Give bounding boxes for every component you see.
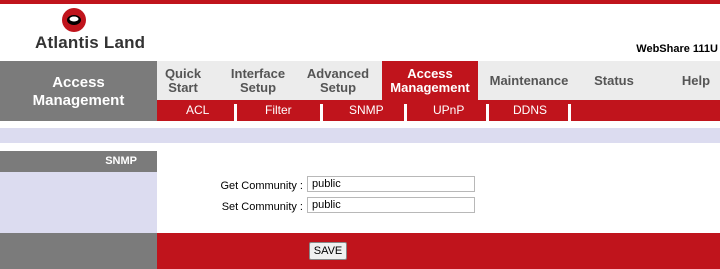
get-community-input[interactable] [307, 176, 475, 192]
subnav-separator [320, 104, 323, 121]
nav-label-line1: Quick [164, 65, 202, 81]
section-title: Access Management [0, 61, 157, 121]
nav-label-line1: Help [681, 72, 711, 88]
subnav-acl[interactable]: ACL [186, 100, 209, 121]
top-accent-line [0, 0, 720, 4]
nav-label-line1: Access [407, 65, 453, 81]
section-title-line2: Management [32, 92, 125, 109]
nav-label-line1: Advanced [306, 65, 370, 81]
nav-access-management[interactable]: Access Management [382, 61, 478, 100]
set-community-label: Set Community : [221, 201, 303, 213]
logo-text: Atlantis Land [35, 33, 146, 52]
subnav-snmp[interactable]: SNMP [349, 100, 384, 121]
nav-label-line1: Status [594, 72, 634, 88]
get-community-label: Get Community : [220, 180, 303, 192]
subnav-separator [568, 104, 571, 121]
save-button[interactable]: SAVE [309, 242, 347, 260]
nav-label-line2: Setup [319, 79, 357, 95]
subnav-ddns[interactable]: DDNS [513, 100, 547, 121]
nav-quick-start[interactable]: Quick Start [157, 61, 209, 100]
panel-header-snmp: SNMP [0, 151, 157, 172]
subnav-separator [404, 104, 407, 121]
nav-status[interactable]: Status [586, 61, 642, 100]
nav-label-line1: Interface [230, 65, 286, 81]
nav-maintenance[interactable]: Maintenance [482, 61, 576, 100]
nav-label-line2: Setup [239, 79, 277, 95]
set-community-input[interactable] [307, 197, 475, 213]
product-name: WebShare 111U [636, 43, 718, 55]
nav-advanced-setup[interactable]: Advanced Setup [302, 61, 374, 100]
nav-label-line1: Maintenance [489, 72, 569, 88]
nav-help[interactable]: Help [676, 61, 716, 100]
footer-red-bar [157, 233, 720, 269]
footer-gray-block [0, 233, 157, 269]
section-title-line1: Access [52, 74, 105, 91]
atlantis-logo-icon [62, 8, 86, 32]
subnav-separator [234, 104, 237, 121]
subnav-filter[interactable]: Filter [265, 100, 292, 121]
spacer-strip [0, 128, 720, 143]
subnav-separator [486, 104, 489, 121]
nav-interface-setup[interactable]: Interface Setup [222, 61, 294, 100]
nav-label-line2: Management [390, 79, 470, 95]
nav-label-line2: Start [168, 79, 198, 95]
subnav-upnp[interactable]: UPnP [433, 100, 464, 121]
